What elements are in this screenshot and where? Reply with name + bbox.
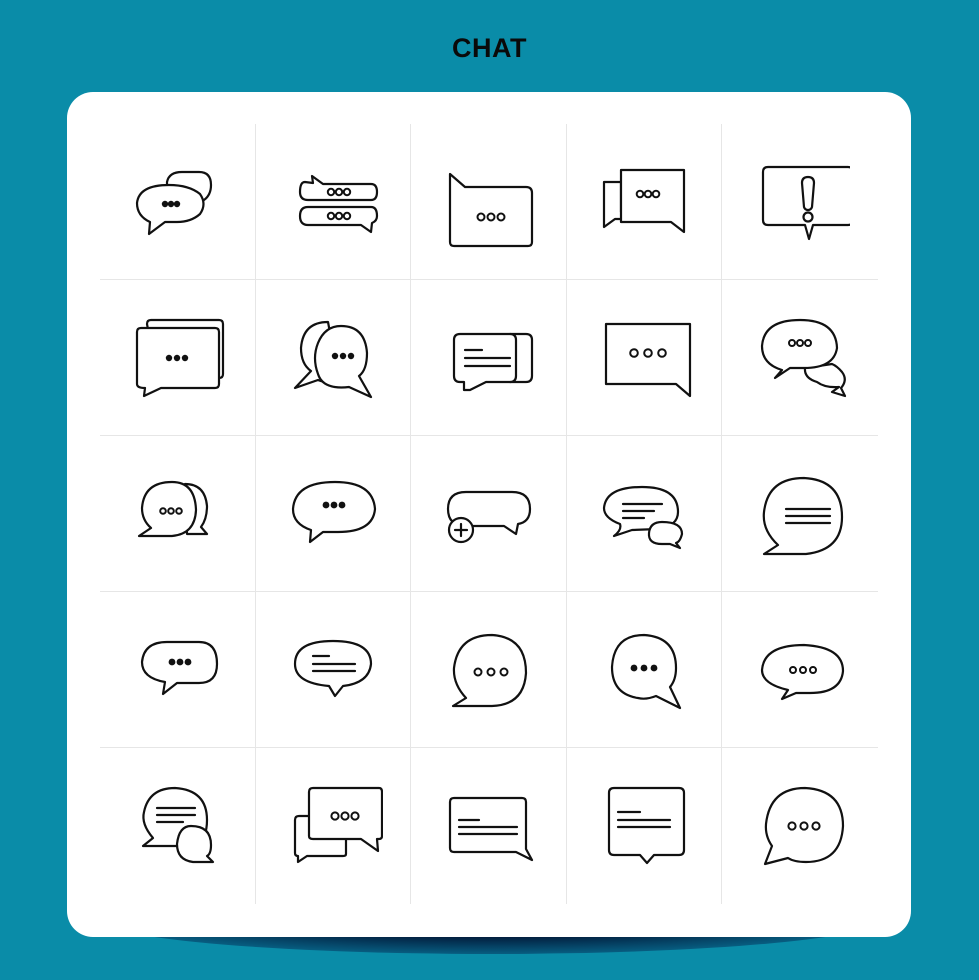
oval-bubble-text-icon bbox=[293, 639, 372, 697]
page-title: CHAT bbox=[452, 33, 527, 63]
small-oval-bubble-dots-icon bbox=[761, 643, 845, 700]
icon-cell bbox=[566, 124, 723, 280]
alert-exclamation-bubble-icon bbox=[762, 165, 851, 240]
round-bubble-text-reply-icon bbox=[142, 786, 215, 864]
icon-cell bbox=[722, 592, 878, 748]
oval-bubble-dots-icon bbox=[291, 480, 376, 543]
two-overlapping-bubbles-dots-icon bbox=[136, 170, 213, 235]
round-bubble-right-tail-dots-icon bbox=[610, 633, 682, 709]
icon-cell bbox=[100, 748, 256, 904]
square-bubbles-dots-icon bbox=[293, 786, 383, 864]
icon-cell bbox=[255, 280, 412, 436]
stacked-rounded-bubbles-dots-icon bbox=[298, 174, 378, 233]
icon-card bbox=[67, 92, 911, 937]
icon-cell bbox=[255, 436, 412, 592]
icon-cell bbox=[256, 748, 412, 904]
icon-cell bbox=[411, 748, 567, 904]
icon-cell bbox=[100, 124, 256, 280]
square-note-bubble-icon bbox=[607, 786, 686, 865]
icon-cell bbox=[722, 280, 878, 436]
icon-cell bbox=[255, 592, 412, 748]
icon-cell bbox=[722, 748, 878, 904]
rounded-bubble-dots-icon bbox=[141, 640, 219, 695]
icon-cell bbox=[100, 592, 256, 748]
two-oval-bubbles-dots-icon bbox=[761, 318, 847, 397]
round-bubble-lines-icon bbox=[762, 476, 844, 555]
stacked-text-bubbles-icon bbox=[453, 332, 534, 391]
rect-text-bubble-icon bbox=[449, 796, 534, 862]
round-bubble-left-tail-dots-icon bbox=[764, 786, 845, 866]
stacked-rect-bubbles-dots-icon bbox=[136, 318, 225, 397]
icon-grid bbox=[100, 124, 878, 904]
round-bubble-outline-dots-icon bbox=[452, 633, 528, 707]
icon-cell bbox=[255, 124, 412, 280]
icon-cell bbox=[566, 280, 723, 436]
icon-cell bbox=[411, 124, 567, 280]
add-chat-bubble-icon bbox=[447, 490, 532, 543]
icon-cell bbox=[566, 592, 723, 748]
icon-cell bbox=[100, 436, 256, 592]
round-bubbles-pair-dots-icon bbox=[138, 480, 209, 537]
two-round-bubbles-dots-icon bbox=[293, 320, 372, 398]
icon-cell bbox=[722, 436, 878, 592]
square-bubbles-overlap-icon bbox=[602, 168, 686, 233]
icon-cell bbox=[411, 436, 567, 592]
icon-cell bbox=[566, 436, 723, 592]
icon-cell bbox=[722, 124, 878, 280]
icon-cell bbox=[567, 748, 723, 904]
icon-cell bbox=[100, 280, 256, 436]
square-bubble-dots-icon bbox=[604, 322, 692, 397]
folder-tab-bubble-dots-icon bbox=[449, 172, 534, 247]
icon-cell bbox=[411, 592, 567, 748]
icon-cell bbox=[411, 280, 567, 436]
oval-text-bubble-reply-icon bbox=[602, 485, 684, 549]
